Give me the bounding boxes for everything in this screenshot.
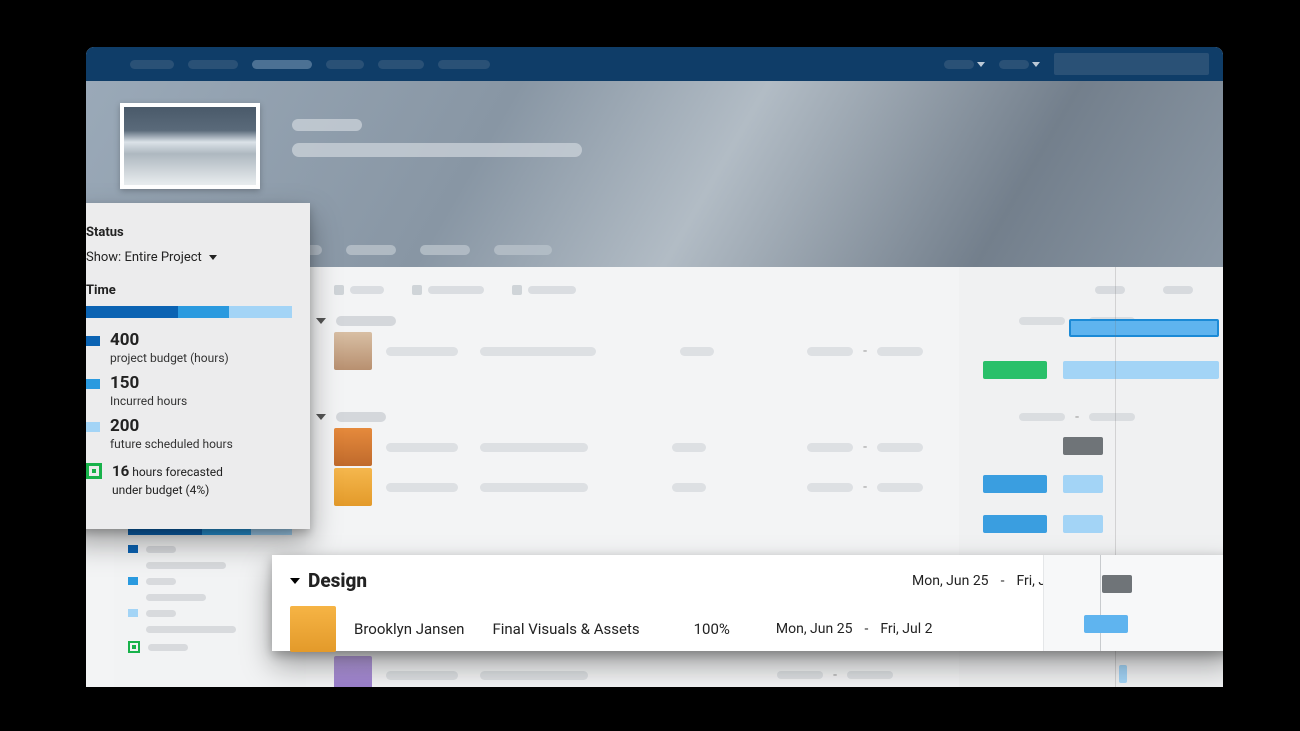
project-tabs (292, 245, 552, 255)
design-section-card: Design Mon, Jun 25 - Fri, Jul 2 Brooklyn… (272, 555, 1223, 651)
avatar-brooklyn[interactable] (290, 606, 336, 652)
app-window: - - - (86, 47, 1223, 687)
add-column-3[interactable] (512, 285, 576, 295)
show-value: Entire Project (124, 250, 201, 265)
task-row[interactable]: - (334, 655, 1193, 687)
future-label: future scheduled hours (110, 437, 233, 451)
design-start: Mon, Jun 25 (912, 573, 989, 589)
forecast-line2: under budget (4%) (112, 483, 209, 497)
design-task-row[interactable]: Brooklyn Jansen Final Visuals & Assets 1… (290, 606, 1043, 652)
assignee-name: Brooklyn Jansen (354, 620, 464, 638)
stat-incurred: 150 Incurred hours (86, 375, 292, 408)
project-title-placeholder (292, 119, 362, 131)
nav-item-6[interactable] (438, 60, 490, 69)
forecast-line1: hours forecasted (132, 465, 223, 479)
date-separator: - (864, 621, 868, 637)
project-tab-2[interactable] (346, 245, 396, 255)
logo-icon[interactable] (100, 57, 116, 71)
task-end: Fri, Jul 2 (880, 621, 932, 637)
avatar[interactable] (334, 428, 372, 466)
gantt-bar-row3[interactable] (1063, 515, 1103, 533)
today-line (1100, 555, 1101, 651)
nav-item-5[interactable] (378, 60, 424, 69)
stat-future: 200 future scheduled hours (86, 418, 292, 451)
status-panel: Status Show: Entire Project Time 400 pro… (86, 203, 310, 529)
task-percent: 100% (694, 620, 730, 638)
topbar (86, 47, 1223, 81)
top-menu-b[interactable] (999, 56, 1040, 72)
show-filter[interactable]: Show: Entire Project (86, 250, 292, 265)
swatch-budget (86, 336, 100, 346)
show-prefix: Show: (86, 250, 124, 265)
avatar[interactable] (334, 656, 372, 687)
avatar[interactable] (334, 468, 372, 506)
gantt-bar-design-section[interactable] (1102, 575, 1132, 593)
chevron-down-icon (316, 414, 326, 420)
time-heading: Time (86, 283, 292, 298)
forecast-number: 16 (112, 462, 129, 480)
search-input[interactable] (1054, 53, 1209, 75)
budget-label: project budget (hours) (110, 351, 229, 365)
chevron-down-icon (290, 578, 300, 584)
design-gantt (1043, 555, 1223, 651)
status-heading: Status (86, 225, 292, 240)
swatch-future (86, 422, 100, 432)
gantt-bar-design-task[interactable] (1084, 615, 1128, 633)
chevron-down-icon (316, 318, 326, 324)
stat-forecast: 16 hours forecasted under budget (4%) (86, 461, 292, 499)
design-title: Design (308, 569, 367, 592)
chevron-down-icon (1032, 62, 1040, 67)
section-1-title (336, 316, 396, 326)
task-dates: Mon, Jun 25 - Fri, Jul 2 (776, 621, 933, 637)
status-pill-b[interactable] (983, 515, 1047, 533)
swatch-incurred (86, 379, 100, 389)
date-separator: - (1001, 573, 1005, 589)
budget-number: 400 (110, 332, 229, 349)
incurred-label: Incurred hours (110, 394, 187, 408)
project-tab-3[interactable] (420, 245, 470, 255)
add-column-2[interactable] (412, 285, 484, 295)
project-tab-4[interactable] (494, 245, 552, 255)
future-number: 200 (110, 418, 233, 435)
top-menu-a[interactable] (944, 56, 985, 72)
task-name: Final Visuals & Assets (492, 620, 639, 638)
stat-budget: 400 project budget (hours) (86, 332, 292, 365)
avatar[interactable] (334, 332, 372, 370)
project-subtitle-placeholder (292, 143, 582, 157)
section-2-title (336, 412, 386, 422)
chevron-down-icon (977, 62, 985, 67)
add-column-1[interactable] (334, 285, 384, 295)
chevron-down-icon (209, 255, 217, 260)
project-thumbnail[interactable] (120, 103, 260, 189)
forecast-icon (86, 463, 102, 479)
incurred-number: 150 (110, 375, 187, 392)
time-stacked-bar (86, 306, 292, 318)
task-start: Mon, Jun 25 (776, 621, 853, 637)
